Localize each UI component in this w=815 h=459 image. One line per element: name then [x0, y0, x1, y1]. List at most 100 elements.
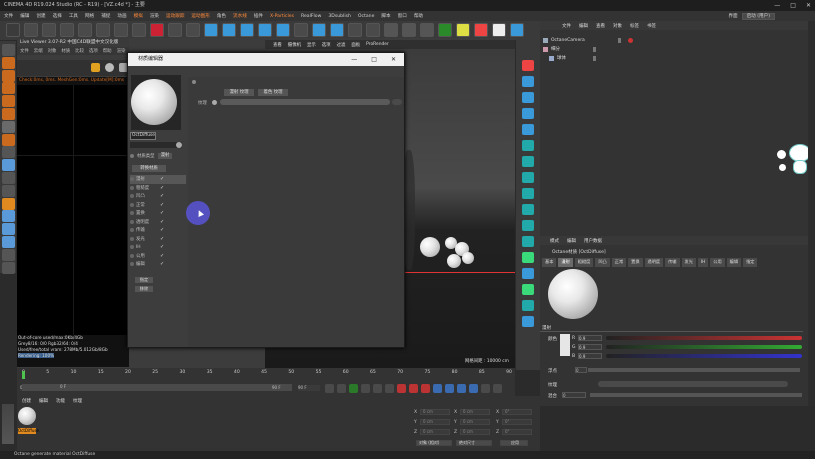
menu-item[interactable]: 3Dsublish	[328, 14, 351, 19]
material-name-field[interactable]: OctDiffuse	[130, 132, 156, 140]
check-icon[interactable]: ✓	[160, 253, 164, 259]
menu-item[interactable]: 脚本	[381, 13, 390, 19]
check-icon[interactable]: ✓	[160, 219, 164, 225]
spiral-icon[interactable]	[522, 284, 534, 295]
channel-row[interactable]: 透明度 ✓	[130, 218, 186, 227]
object-row[interactable]: 球体	[543, 54, 596, 62]
check-icon[interactable]: ✓	[160, 176, 164, 182]
menu-item[interactable]: 角色	[217, 13, 226, 19]
tag-icon[interactable]	[627, 37, 633, 43]
brush-icon[interactable]	[2, 223, 15, 236]
menu-item[interactable]: 插件	[254, 13, 263, 19]
render-settings-icon[interactable]	[204, 23, 218, 37]
check-icon[interactable]: ✓	[160, 236, 164, 242]
material-type-select[interactable]: 漫射	[157, 153, 173, 159]
material-menu-item[interactable]: 纹理	[73, 398, 82, 404]
light-icon[interactable]	[348, 23, 362, 37]
viewport-menu-item[interactable]: ProRender	[366, 42, 389, 47]
attribute-tab[interactable]: 透明度	[644, 258, 664, 267]
cube-mode-icon[interactable]	[2, 56, 15, 69]
frame-end-field-2[interactable]: 90 F	[298, 385, 320, 391]
attribute-tab[interactable]: 公用	[710, 258, 725, 267]
channel-row[interactable]: 粗糙度 ✓	[130, 184, 186, 193]
live-viewer-menu-item[interactable]: 对象	[48, 48, 57, 54]
spline-icon[interactable]	[522, 92, 534, 103]
channel-row[interactable]: 传输 ✓	[130, 226, 186, 235]
menu-item[interactable]: 网格	[85, 13, 94, 19]
menu-item[interactable]: X-Particles	[270, 14, 294, 19]
check-icon[interactable]: ✓	[160, 202, 164, 208]
live-viewer-menu-item[interactable]: 云端	[34, 48, 43, 54]
go-to-start-icon[interactable]	[325, 383, 334, 393]
floor-icon[interactable]	[312, 23, 326, 37]
check-icon[interactable]: ✓	[160, 261, 164, 267]
live-viewer-menu-item[interactable]: 比较	[75, 48, 84, 54]
layer-icon[interactable]	[366, 23, 380, 37]
object-row[interactable]: 细分	[543, 45, 596, 53]
attribute-tab[interactable]: 发光	[681, 258, 696, 267]
minimize-button[interactable]: —	[351, 53, 357, 66]
wire-icon[interactable]	[522, 268, 534, 279]
array-icon[interactable]	[522, 124, 534, 135]
settings-icon[interactable]	[176, 142, 182, 148]
pen-icon[interactable]	[240, 23, 254, 37]
position-field[interactable]: 0 cm	[420, 429, 450, 435]
close-button[interactable]: ✕	[806, 0, 811, 11]
frame-end-field[interactable]: 90 F	[272, 385, 292, 391]
hair-icon[interactable]	[522, 300, 534, 311]
sweep-icon[interactable]	[522, 156, 534, 167]
rotate-key-icon[interactable]	[445, 383, 454, 393]
deform-icon[interactable]	[522, 108, 534, 119]
menu-item[interactable]: 渲染	[150, 13, 159, 19]
z-axis-icon[interactable]	[132, 23, 146, 37]
xpresso-icon[interactable]	[2, 248, 15, 261]
visibility-icon[interactable]	[593, 46, 596, 52]
rotation-field[interactable]: 0°	[502, 429, 532, 435]
live-viewer-menu-item[interactable]: 帮助	[103, 48, 112, 54]
material-menu-item[interactable]: 功能	[56, 398, 65, 404]
mograph-icon[interactable]	[522, 188, 534, 199]
menu-item[interactable]: 编辑	[20, 13, 29, 19]
position-field[interactable]: 0 cm	[420, 419, 450, 425]
menu-icon[interactable]	[493, 383, 502, 393]
size-mode-select[interactable]: 绝对尺寸	[456, 440, 492, 446]
attribute-tab[interactable]: 基本	[542, 258, 557, 267]
scale-field[interactable]: 0 cm	[460, 429, 490, 435]
record-icon[interactable]	[150, 23, 164, 37]
object-menu-item[interactable]: 编辑	[579, 23, 588, 29]
solo-icon[interactable]	[2, 146, 15, 159]
grid-icon[interactable]	[2, 44, 15, 56]
render-icon[interactable]	[186, 23, 200, 37]
maximize-button[interactable]: □	[790, 0, 796, 11]
mix-slider[interactable]	[590, 393, 802, 397]
rotation-field[interactable]: 0°	[502, 409, 532, 415]
viewport-menu-item[interactable]: 选项	[322, 42, 331, 48]
channel-value-field[interactable]: 0.9	[578, 353, 602, 359]
viewport-menu-item[interactable]: 查看	[273, 42, 282, 48]
grid-icon[interactable]	[481, 383, 490, 393]
octane-live-icon[interactable]	[510, 23, 524, 37]
visibility-icon[interactable]	[617, 37, 621, 43]
layout-select[interactable]: 启动 (用户)	[741, 12, 775, 20]
channel-row[interactable]: 编辑 ✓	[130, 260, 186, 269]
texture-slot[interactable]	[220, 99, 390, 105]
attribute-menu-item[interactable]: 模式	[550, 238, 559, 244]
float-field[interactable]: 0	[575, 367, 587, 373]
rotate-icon[interactable]	[78, 23, 92, 37]
texture-slot[interactable]	[598, 381, 788, 387]
attribute-tab[interactable]: 正常	[611, 258, 627, 267]
attribute-tab[interactable]: 传输	[665, 258, 680, 267]
x-axis-icon[interactable]	[96, 23, 110, 37]
diamond-icon[interactable]	[522, 252, 534, 263]
scale-field[interactable]: 0 cm	[460, 419, 490, 425]
attribute-tab[interactable]: 粗糙度	[574, 258, 594, 267]
viewport-menu-item[interactable]: 摄像机	[288, 42, 301, 48]
maximize-button[interactable]: □	[371, 53, 377, 66]
scale-key-icon[interactable]	[457, 383, 466, 393]
diffuse-texture-button[interactable]: 漫射 纹理	[224, 89, 254, 96]
check-icon[interactable]: ✓	[160, 210, 164, 216]
object-menu-item[interactable]: 书签	[647, 23, 656, 29]
frame-range-bar[interactable]: 0 F	[22, 384, 292, 391]
convert-material-button[interactable]: 转换材质	[132, 165, 166, 172]
close-button[interactable]: ✕	[391, 53, 396, 66]
